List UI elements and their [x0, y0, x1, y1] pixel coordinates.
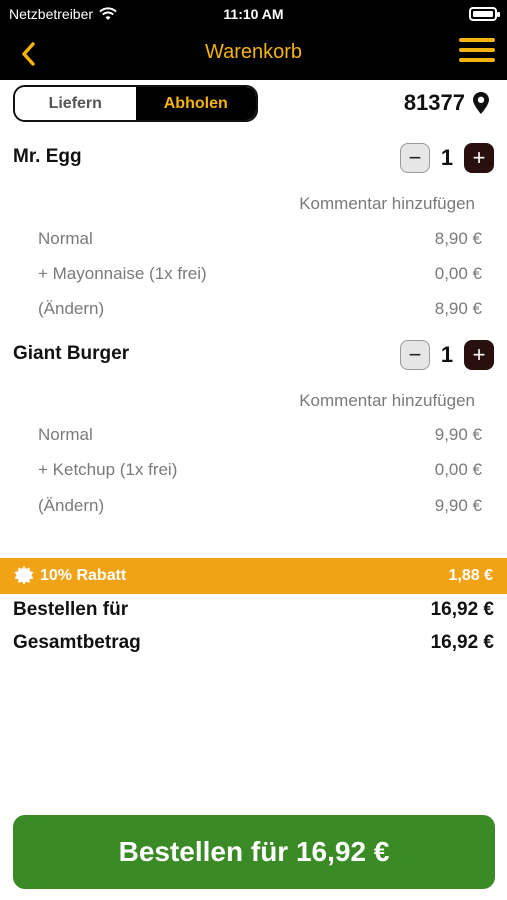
- clock: 11:10 AM: [223, 6, 284, 22]
- plus-button[interactable]: +: [464, 340, 494, 370]
- minus-icon: −: [408, 145, 422, 170]
- plus-icon: +: [472, 145, 486, 170]
- line-label: + Ketchup (1x frei): [38, 460, 178, 479]
- line-price: 9,90 €: [434, 425, 482, 444]
- quantity-value: 1: [440, 145, 454, 170]
- grand-total-label: Gesamtbetrag: [13, 632, 141, 653]
- discount-amount: 1,88 €: [448, 567, 493, 584]
- list-item: Normal 9,90 €: [38, 425, 482, 445]
- list-item: Normal 8,90 €: [38, 229, 482, 249]
- minus-button[interactable]: −: [400, 143, 430, 173]
- tab-liefern[interactable]: Liefern: [15, 87, 136, 120]
- location-selector[interactable]: 81377: [404, 90, 489, 116]
- plus-button[interactable]: +: [464, 143, 494, 173]
- tab-abholen[interactable]: Abholen: [135, 87, 256, 120]
- minus-icon: −: [408, 342, 422, 367]
- line-price: 9,90 €: [434, 496, 482, 515]
- line-price: 0,00 €: [434, 460, 482, 479]
- line-label: Normal: [38, 425, 93, 444]
- discount-badge-icon: [14, 566, 34, 585]
- order-for-label: Bestellen für: [13, 599, 129, 620]
- status-bar: Netzbetreiber 11:10 AM: [0, 0, 507, 30]
- change-link[interactable]: (Ändern): [38, 299, 104, 319]
- location-pin-icon: [473, 92, 489, 114]
- order-for-value: 16,92 €: [430, 599, 494, 620]
- battery-icon: [469, 7, 500, 21]
- list-item[interactable]: (Ändern) 8,90 €: [38, 299, 482, 319]
- grand-total-row: Gesamtbetrag 16,92 €: [13, 632, 494, 654]
- zip-code: 81377: [403, 90, 465, 115]
- line-label: Normal: [38, 229, 93, 248]
- cart-item-name: Giant Burger: [13, 343, 130, 364]
- order-type-toggle: Liefern Abholen: [13, 85, 258, 122]
- order-for-row: Bestellen für 16,92 €: [13, 599, 494, 621]
- plus-icon: +: [472, 342, 486, 367]
- line-label: + Mayonnaise (1x frei): [38, 264, 207, 283]
- change-link[interactable]: (Ändern): [38, 496, 104, 516]
- list-item[interactable]: (Ändern) 9,90 €: [38, 496, 482, 516]
- line-price: 0,00 €: [434, 264, 482, 283]
- list-item: + Ketchup (1x frei) 0,00 €: [38, 460, 482, 480]
- line-price: 8,90 €: [434, 299, 482, 318]
- discount-label-group: 10% Rabatt: [14, 566, 126, 586]
- quantity-stepper: − 1 +: [400, 143, 494, 173]
- order-button[interactable]: Bestellen für 16,92 €: [13, 815, 495, 889]
- list-item: + Mayonnaise (1x frei) 0,00 €: [38, 264, 482, 284]
- line-price: 8,90 €: [434, 229, 482, 248]
- page-title: Warenkorb: [204, 41, 303, 63]
- top-bar: Netzbetreiber 11:10 AM Warenkorb: [0, 0, 507, 80]
- grand-total-value: 16,92 €: [430, 632, 494, 653]
- add-comment-link[interactable]: Kommentar hinzufügen: [299, 391, 475, 411]
- hamburger-menu-icon[interactable]: [459, 38, 495, 68]
- discount-label: 10% Rabatt: [40, 567, 127, 584]
- cart-item-name: Mr. Egg: [13, 146, 82, 167]
- quantity-stepper: − 1 +: [400, 340, 494, 370]
- nav-bar: Warenkorb: [0, 30, 507, 78]
- minus-button[interactable]: −: [400, 340, 430, 370]
- discount-bar: 10% Rabatt 1,88 €: [0, 558, 507, 594]
- add-comment-link[interactable]: Kommentar hinzufügen: [299, 194, 475, 214]
- quantity-value: 1: [440, 342, 454, 367]
